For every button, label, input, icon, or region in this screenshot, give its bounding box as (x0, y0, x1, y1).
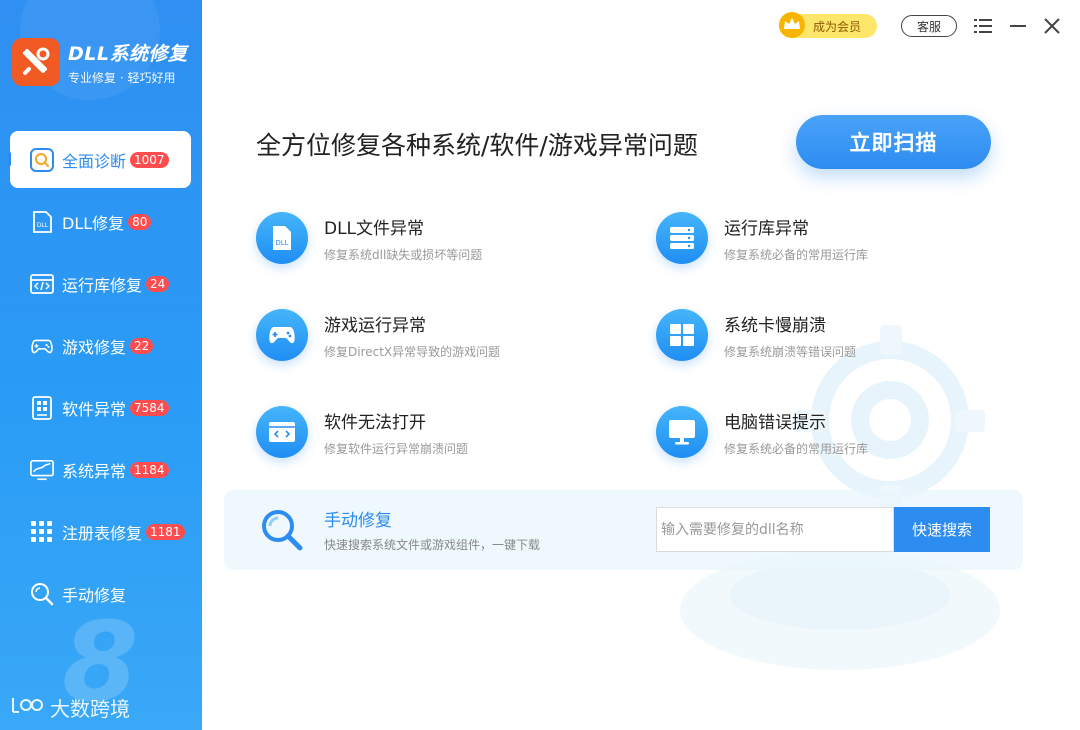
watermark-text: 大数跨境 (50, 697, 130, 721)
sidebar-item-label: DLL修复 (62, 213, 125, 233)
search-icon (30, 147, 54, 172)
manual-repair-panel: 手动修复 快速搜索系统文件或游戏组件，一键下载 快速搜索 (224, 490, 1023, 570)
vip-button[interactable]: 成为会员 (779, 12, 877, 38)
feature-game-error[interactable]: 游戏运行异常 修复DirectX异常导致的游戏问题 (256, 309, 500, 361)
count-badge: 80 (128, 213, 152, 230)
feature-title: 软件无法打开 (324, 412, 426, 433)
sidebar-item-dll-repair[interactable]: DLL DLL修复 80 (0, 193, 202, 250)
count-badge: 1007 (130, 151, 169, 168)
server-icon (656, 212, 708, 264)
feature-runtime-error[interactable]: 运行库异常 修复系统必备的常用运行库 (656, 212, 868, 264)
count-badge: 22 (130, 337, 154, 354)
feature-title: 电脑错误提示 (724, 412, 826, 433)
feature-subtitle: 修复系统必备的常用运行库 (724, 441, 869, 456)
sidebar-item-label: 软件异常 (62, 399, 127, 419)
windows-icon (656, 309, 708, 361)
feature-subtitle: 修复DirectX异常导致的游戏问题 (324, 344, 501, 359)
close-icon[interactable] (1041, 15, 1063, 37)
svg-text:DLL: DLL (37, 222, 49, 229)
sidebar-item-label: 注册表修复 (62, 523, 143, 543)
sidebar-item-label: 运行库修复 (62, 275, 143, 295)
crown-icon (777, 10, 807, 43)
feature-subtitle: 修复系统崩溃等错误问题 (724, 344, 857, 359)
code-window-icon (30, 272, 54, 296)
sidebar-nav: 全面诊断 1007 DLL DLL修复 80 运行库修复 24 游戏修复 22 (0, 131, 202, 627)
scan-now-button[interactable]: 立即扫描 (796, 115, 991, 169)
minimize-icon[interactable] (1007, 15, 1029, 37)
sidebar-item-label: 游戏修复 (62, 337, 127, 357)
menu-icon[interactable] (972, 15, 994, 37)
grid-icon (30, 520, 54, 544)
brand: DLL系统修复 专业修复 · 轻巧好用 (12, 38, 188, 86)
watermark-logo-icon (10, 694, 44, 721)
sidebar-item-full-diagnosis[interactable]: 全面诊断 1007 (8, 131, 191, 188)
feature-title: 系统卡慢崩溃 (724, 315, 826, 336)
count-badge: 1181 (146, 523, 185, 540)
app-subtitle: 专业修复 · 轻巧好用 (68, 70, 176, 85)
dll-file-icon: DLL (256, 212, 308, 264)
count-badge: 1184 (130, 461, 169, 478)
page-title: 全方位修复各种系统/软件/游戏异常问题 (256, 131, 698, 160)
quick-search-button[interactable]: 快速搜索 (894, 507, 990, 552)
dll-file-icon: DLL (30, 210, 54, 234)
monitor-icon (656, 406, 708, 458)
count-badge: 7584 (130, 399, 169, 416)
sidebar-item-label: 系统异常 (62, 461, 127, 481)
magnifier-icon (260, 508, 304, 556)
gamepad-icon (30, 334, 54, 358)
feature-title: 游戏运行异常 (324, 315, 426, 336)
customer-service-button[interactable]: 客服 (901, 15, 957, 37)
manual-repair-subtitle: 快速搜索系统文件或游戏组件，一键下载 (324, 538, 541, 552)
app-title: DLL系统修复 (68, 42, 188, 65)
code-window-icon (256, 406, 308, 458)
feature-subtitle: 修复软件运行异常崩溃问题 (324, 441, 469, 456)
gamepad-icon (256, 309, 308, 361)
manual-repair-title: 手动修复 (324, 511, 392, 531)
magnifier-icon (30, 582, 54, 606)
feature-title: DLL文件异常 (324, 218, 425, 239)
feature-dll-error[interactable]: DLL DLL文件异常 修复系统dll缺失或损坏等问题 (256, 212, 482, 264)
svg-text:DLL: DLL (275, 239, 288, 247)
sidebar-item-registry-repair[interactable]: 注册表修复 1181 (0, 503, 202, 560)
feature-subtitle: 修复系统dll缺失或损坏等问题 (324, 247, 483, 262)
watermark: 大数跨境 (10, 693, 130, 722)
sidebar-item-label: 全面诊断 (62, 151, 127, 171)
sidebar-item-system-error[interactable]: 系统异常 1184 (0, 441, 202, 498)
feature-title: 运行库异常 (724, 218, 809, 239)
sidebar: DLL系统修复 专业修复 · 轻巧好用 全面诊断 1007 DLL DLL修复 … (0, 0, 202, 730)
dll-search-input[interactable] (656, 507, 894, 552)
sidebar-item-runtime-repair[interactable]: 运行库修复 24 (0, 255, 202, 312)
feature-computer-error-prompt[interactable]: 电脑错误提示 修复系统必备的常用运行库 (656, 406, 868, 458)
sidebar-item-game-repair[interactable]: 游戏修复 22 (0, 317, 202, 374)
app-logo-icon (12, 38, 60, 86)
vip-label: 成为会员 (813, 19, 862, 34)
sidebar-item-software-error[interactable]: 软件异常 7584 (0, 379, 202, 436)
monitor-chart-icon (30, 458, 54, 482)
count-badge: 24 (146, 275, 170, 292)
feature-system-crash[interactable]: 系统卡慢崩溃 修复系统崩溃等错误问题 (656, 309, 856, 361)
feature-subtitle: 修复系统必备的常用运行库 (724, 247, 869, 262)
active-marker (8, 152, 11, 166)
feature-software-cannot-open[interactable]: 软件无法打开 修复软件运行异常崩溃问题 (256, 406, 468, 458)
software-icon (30, 395, 54, 420)
